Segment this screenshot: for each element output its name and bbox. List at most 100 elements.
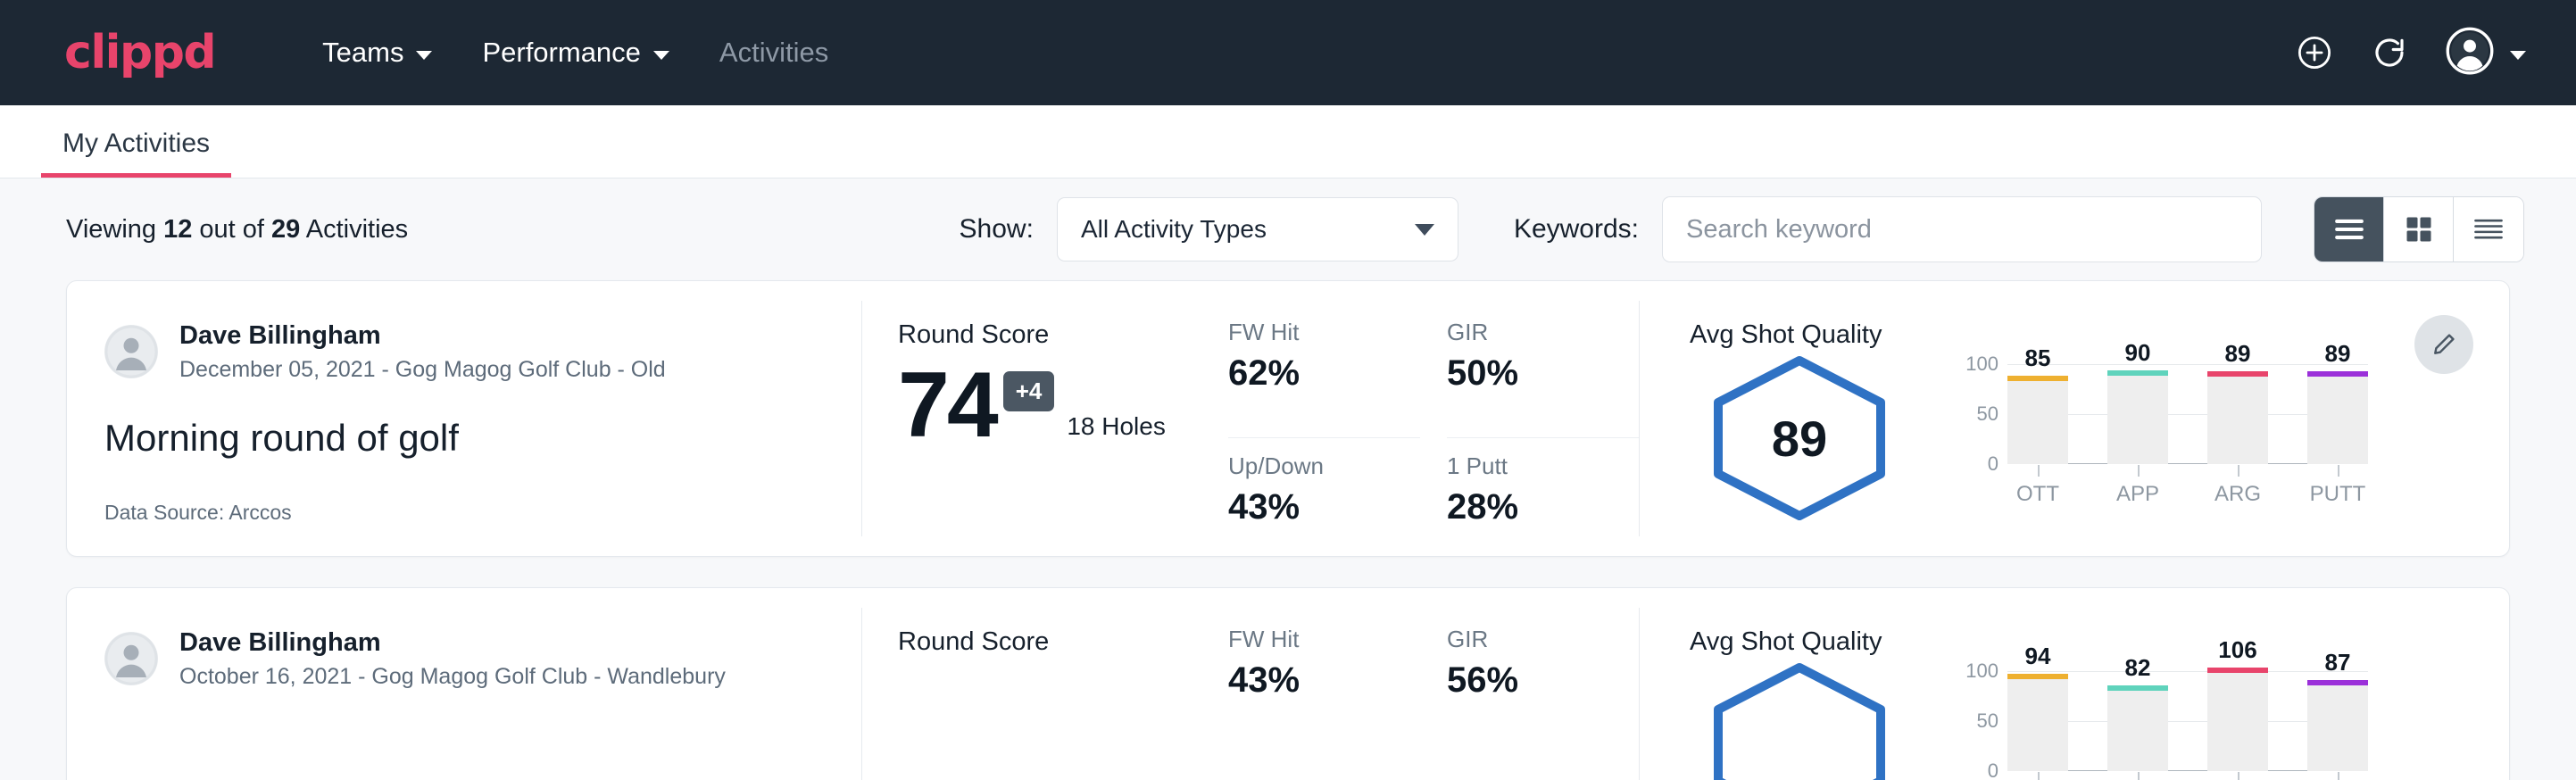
plus-circle-icon[interactable] <box>2296 34 2333 71</box>
bar-ott: 85 <box>2007 364 2068 464</box>
stat-label: FW Hit <box>1228 626 1397 653</box>
bar-rect: 106 <box>2207 672 2268 771</box>
chevron-down-icon <box>653 51 669 60</box>
chart-y-axis: 100 50 0 <box>1952 671 2007 771</box>
viewing-middle: out of <box>192 215 271 244</box>
bar-arg: 106 <box>2207 671 2268 771</box>
bar-cap <box>2207 371 2268 377</box>
compact-view-icon <box>2472 216 2505 243</box>
viewing-count: 12 <box>163 215 192 244</box>
view-mode-grid-button[interactable] <box>2384 197 2454 261</box>
shot-quality-chart: 100 50 0 948210687 OTTAPPARGPUTT <box>1952 671 2368 780</box>
viewing-suffix: Activities <box>300 215 408 244</box>
chart-x-axis: OTTAPPARGPUTT <box>2007 482 2368 507</box>
stat-value: 43% <box>1228 660 1397 701</box>
shot-quality-hexagon <box>1706 660 1893 780</box>
refresh-icon[interactable] <box>2371 34 2408 71</box>
author-name: Dave Billingham <box>179 627 726 659</box>
bar-cap <box>2307 680 2368 685</box>
chart-plot-area: 85908989 <box>2007 364 2368 464</box>
round-score-column: Round Score 74 +4 18 Holes <box>862 281 1219 556</box>
activity-meta: December 05, 2021 - Gog Magog Golf Club … <box>179 357 666 383</box>
clippd-logo[interactable]: clippd <box>64 29 215 76</box>
activity-card-list: Dave Billingham December 05, 2021 - Gog … <box>0 280 2576 780</box>
x-axis-label: ARG <box>2207 482 2268 507</box>
round-stats-column: FW Hit 43% GIR 56% <box>1219 588 1639 780</box>
avg-shot-quality-label: Avg Shot Quality <box>1690 627 2509 657</box>
bar-putt: 87 <box>2307 671 2368 771</box>
activity-type-select[interactable]: All Activity Types <box>1057 197 1458 261</box>
shot-quality-hexagon: 89 <box>1706 353 1893 523</box>
nav-item-teams[interactable]: Teams <box>297 37 457 69</box>
stat-gir: GIR 50% <box>1447 319 1639 438</box>
round-score-column: Round Score <box>862 588 1219 780</box>
y-tick-0: 0 <box>1988 759 1998 780</box>
y-tick-50: 50 <box>1977 402 1998 426</box>
bar-cap <box>2207 668 2268 673</box>
bar-value-label: 89 <box>2207 340 2268 368</box>
bar-app: 82 <box>2107 671 2168 771</box>
activity-data-source: Data Source: Arccos <box>104 501 861 525</box>
chart-y-axis: 100 50 0 <box>1952 364 2007 464</box>
user-menu[interactable] <box>2446 27 2526 79</box>
shot-quality-column: Avg Shot Quality 100 50 0 <box>1640 588 2509 780</box>
top-navigation-bar: clippd Teams Performance Activities <box>0 0 2576 105</box>
avg-shot-quality-value: 89 <box>1706 353 1893 523</box>
view-mode-toggle-group <box>2314 196 2524 262</box>
viewing-total: 29 <box>271 215 300 244</box>
bar-rect: 90 <box>2107 375 2168 464</box>
avatar <box>2446 27 2494 79</box>
x-axis-label: OTT <box>2007 482 2068 507</box>
stat-label: GIR <box>1447 626 1616 653</box>
author-name: Dave Billingham <box>179 320 666 352</box>
stat-value: 62% <box>1228 353 1397 394</box>
bar-cap <box>2007 674 2068 679</box>
stat-value: 28% <box>1447 487 1616 527</box>
shot-quality-body: 89 100 50 0 85908989 <box>1690 353 2509 523</box>
y-tick-50: 50 <box>1977 709 1998 733</box>
x-tick <box>2338 465 2339 477</box>
nav-item-label: Performance <box>482 37 640 69</box>
bar-value-label: 85 <box>2007 344 2068 372</box>
bar-cap <box>2007 376 2068 381</box>
shot-quality-column: Avg Shot Quality 89 100 50 0 <box>1640 281 2509 556</box>
stat-gir: GIR 56% <box>1447 626 1639 780</box>
bar-rect: 85 <box>2007 380 2068 464</box>
view-mode-list-button[interactable] <box>2314 197 2384 261</box>
search-input[interactable]: Search keyword <box>1662 196 2262 262</box>
nav-item-performance[interactable]: Performance <box>457 37 694 69</box>
bar-value-label: 82 <box>2107 654 2168 682</box>
toolbar-controls: Show: All Activity Types Keywords: Searc… <box>960 196 2524 262</box>
nav-item-label: Activities <box>719 37 828 69</box>
activity-summary-column: Dave Billingham December 05, 2021 - Gog … <box>67 281 861 556</box>
bar-value-label: 90 <box>2107 339 2168 367</box>
bar-cap <box>2107 370 2168 376</box>
header-actions <box>2296 27 2526 79</box>
x-axis-label: APP <box>2107 482 2168 507</box>
stat-value: 43% <box>1228 487 1397 527</box>
activity-author: Dave Billingham October 16, 2021 - Gog M… <box>104 627 861 690</box>
avatar <box>104 325 158 378</box>
x-tick <box>2238 772 2239 780</box>
x-tick <box>2038 465 2040 477</box>
list-view-icon <box>2332 216 2366 243</box>
edit-activity-button[interactable] <box>2414 315 2473 374</box>
activity-card[interactable]: Dave Billingham October 16, 2021 - Gog M… <box>66 587 2510 780</box>
avatar <box>104 632 158 685</box>
activity-title: Morning round of golf <box>104 417 861 460</box>
view-mode-compact-button[interactable] <box>2454 197 2523 261</box>
keywords-label: Keywords: <box>1514 214 1639 245</box>
bar-value-label: 94 <box>2007 643 2068 670</box>
stat-label: 1 Putt <box>1447 452 1616 480</box>
bar-app: 90 <box>2107 364 2168 464</box>
nav-item-label: Teams <box>322 37 403 69</box>
nav-item-activities[interactable]: Activities <box>694 37 853 69</box>
avg-shot-quality-label: Avg Shot Quality <box>1690 320 2509 350</box>
bar-arg: 89 <box>2207 364 2268 464</box>
tab-my-activities[interactable]: My Activities <box>41 129 231 178</box>
bar-rect: 89 <box>2207 376 2268 464</box>
y-tick-0: 0 <box>1988 452 1998 476</box>
activity-card[interactable]: Dave Billingham December 05, 2021 - Gog … <box>66 280 2510 557</box>
y-tick-100: 100 <box>1965 660 1998 683</box>
y-tick-100: 100 <box>1965 353 1998 376</box>
